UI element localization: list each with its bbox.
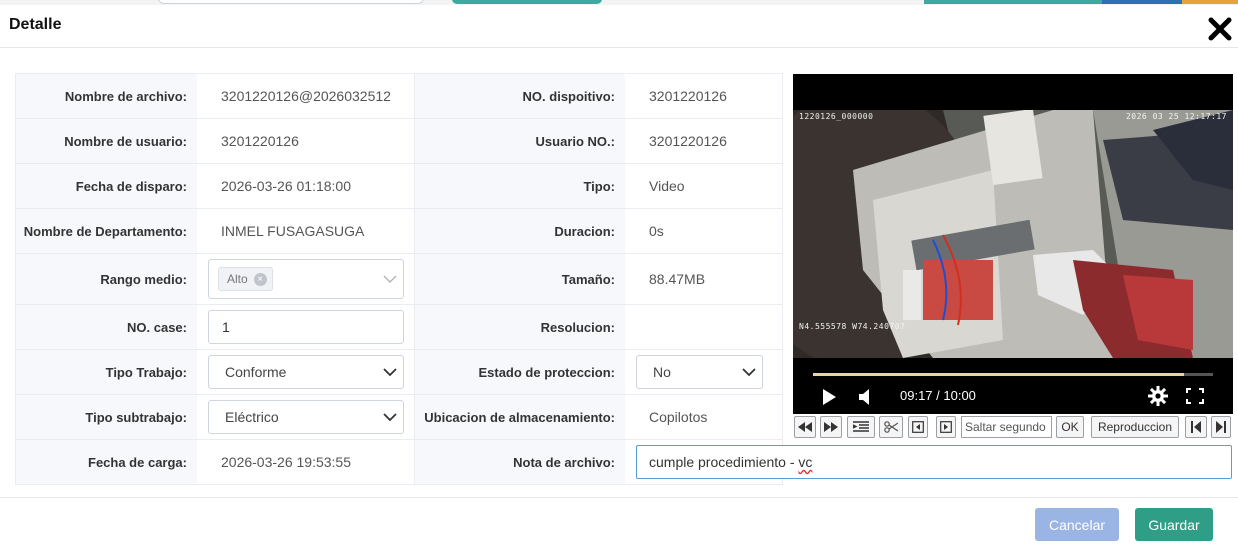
label-tipo: Tipo: — [415, 164, 625, 208]
selected-tag: Alto × — [218, 267, 273, 291]
label-duracion: Duracion: — [415, 209, 625, 253]
value-nombre-archivo: 3201220126@2026032512 — [221, 88, 391, 104]
cut-button[interactable] — [879, 416, 903, 438]
nota-archivo-input[interactable]: cumple procedimiento - vc — [636, 445, 1232, 479]
tipo-subtrabajo-select[interactable]: Eléctrico — [208, 400, 404, 434]
background-button — [452, 0, 602, 4]
value-resolucion — [642, 305, 780, 349]
nota-text: cumple procedimiento - — [649, 454, 799, 470]
label-no-case: NO. case: — [16, 305, 197, 349]
label-fecha-disparo: Fecha de disparo: — [16, 164, 197, 208]
chevron-down-icon — [383, 368, 397, 377]
chevron-down-icon — [742, 368, 756, 377]
no-case-input[interactable]: 1 — [208, 310, 404, 344]
background-button — [924, 0, 1102, 4]
value-departamento: INMEL FUSAGASUGA — [221, 223, 365, 239]
value-tamano: 88.47MB — [649, 271, 706, 287]
dialog-title: Detalle — [9, 16, 62, 33]
label-no-dispositivo: NO. dispoitivo: — [415, 74, 625, 118]
value-fecha-disparo: 2026-03-26 01:18:00 — [221, 178, 351, 194]
value-duracion: 0s — [649, 223, 664, 239]
footer-divider — [0, 497, 1238, 498]
close-icon — [1208, 17, 1232, 41]
estado-proteccion-select[interactable]: No — [636, 355, 763, 389]
tipo-subtrabajo-value: Eléctrico — [225, 409, 279, 425]
label-rango-medio: Rango medio: — [16, 254, 197, 304]
frame-forward-icon — [940, 421, 952, 433]
label-tipo-trabajo: Tipo Trabajo: — [16, 350, 197, 394]
video-progress-fill — [813, 373, 1185, 376]
background-button — [1182, 0, 1238, 4]
skip-end-button[interactable] — [1211, 416, 1231, 438]
osd-timestamp: 2026 03 25 12:17:17 — [1125, 112, 1227, 121]
video-frame[interactable]: 1220126_000000 2026 03 25 12:17:17 N4.55… — [793, 110, 1233, 358]
chevron-down-icon — [383, 275, 397, 283]
frame-back-icon — [912, 421, 924, 433]
grid-line — [15, 484, 783, 485]
volume-icon[interactable] — [859, 389, 873, 405]
video-time: 09:17 / 10:00 — [900, 388, 976, 403]
tipo-trabajo-select[interactable]: Conforme — [208, 355, 404, 389]
label-tamano: Tamaño: — [415, 254, 625, 304]
scissors-icon — [884, 421, 898, 433]
label-departamento: Nombre de Departamento: — [16, 209, 197, 253]
frame-forward-button[interactable] — [936, 416, 956, 438]
settings-icon[interactable] — [1148, 386, 1168, 406]
video-controls: 09:17 / 10:00 — [793, 358, 1233, 414]
background-input — [158, 0, 424, 4]
save-button[interactable]: Guardar — [1135, 508, 1213, 541]
nota-flagged-word: vc — [798, 454, 813, 470]
osd-device-id: 1220126_000000 — [799, 112, 874, 121]
list-button[interactable] — [847, 416, 875, 438]
fullscreen-icon[interactable] — [1186, 388, 1204, 404]
video-progress-bar[interactable] — [813, 373, 1213, 376]
seek-ok-button[interactable]: OK — [1056, 416, 1084, 438]
list-icon — [853, 421, 869, 432]
label-resolucion: Resolucion: — [415, 305, 625, 349]
playback-button[interactable]: Reproduccion — [1091, 416, 1179, 438]
rewind-icon — [798, 422, 812, 432]
osd-gps-coords: N4.555578 W74.240707 — [799, 322, 906, 331]
header-divider — [0, 47, 1238, 48]
estado-proteccion-value: No — [653, 364, 671, 380]
label-nombre-archivo: Nombre de archivo: — [16, 74, 197, 118]
cancel-button[interactable]: Cancelar — [1035, 508, 1119, 541]
fast-forward-button[interactable] — [820, 416, 842, 438]
value-usuario-no: 3201220126 — [649, 133, 727, 149]
label-fecha-carga: Fecha de carga: — [16, 440, 197, 484]
skip-start-icon — [1191, 421, 1201, 433]
background-button — [1102, 0, 1182, 4]
skip-end-icon — [1216, 421, 1226, 433]
seek-seconds-input[interactable]: Saltar segundo — [961, 416, 1052, 438]
frame-back-button[interactable] — [908, 416, 928, 438]
video-scene — [793, 110, 1233, 358]
close-button[interactable] — [1207, 16, 1233, 42]
value-tipo: Video — [649, 178, 685, 194]
label-usuario-no: Usuario NO.: — [415, 119, 625, 163]
video-player[interactable]: 1220126_000000 2026 03 25 12:17:17 N4.55… — [793, 74, 1233, 414]
rango-medio-select[interactable]: Alto × — [208, 259, 404, 299]
tag-label: Alto — [227, 272, 248, 286]
play-icon[interactable] — [822, 389, 836, 405]
skip-start-button[interactable] — [1185, 416, 1207, 438]
grid-line — [782, 73, 783, 485]
player-toolbar: Saltar segundo OK Reproduccion — [793, 415, 1233, 439]
label-nota-archivo: Nota de archivo: — [415, 440, 625, 484]
fast-forward-icon — [824, 422, 838, 432]
tag-remove-icon[interactable]: × — [253, 272, 267, 286]
value-no-dispositivo: 3201220126 — [649, 88, 727, 104]
value-ubicacion: Copilotos — [649, 409, 708, 425]
label-ubicacion: Ubicacion de almacenamiento: — [415, 395, 625, 439]
value-nombre-usuario: 3201220126 — [221, 133, 299, 149]
rewind-button[interactable] — [794, 416, 816, 438]
detail-dialog: Detalle Nombre de archivo: Nombre de usu… — [0, 0, 1238, 554]
tipo-trabajo-value: Conforme — [225, 364, 287, 380]
label-nombre-usuario: Nombre de usuario: — [16, 119, 197, 163]
chevron-down-icon — [383, 413, 397, 422]
label-tipo-subtrabajo: Tipo subtrabajo: — [16, 395, 197, 439]
label-estado-proteccion: Estado de proteccion: — [415, 350, 625, 394]
value-fecha-carga: 2026-03-26 19:53:55 — [221, 454, 351, 470]
